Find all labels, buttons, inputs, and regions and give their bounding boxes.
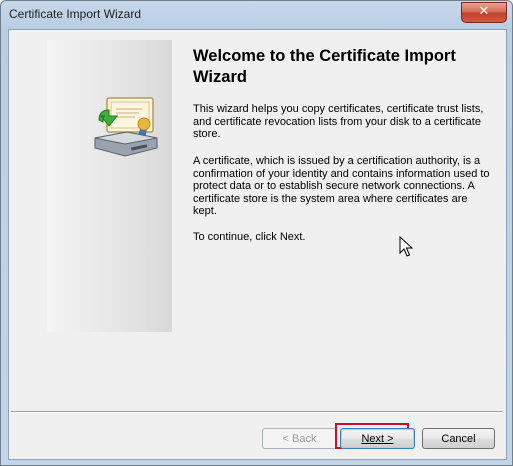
next-button[interactable]: Next > [340,428,415,449]
window-title: Certificate Import Wizard [9,7,142,21]
close-icon: ✕ [478,4,490,19]
close-button[interactable]: ✕ [461,2,507,23]
certificate-import-icon [94,97,158,157]
wizard-heading: Welcome to the Certificate Import Wizard [193,47,456,86]
next-button-label: Next > [361,433,394,445]
mouse-pointer-icon [399,236,414,257]
wizard-body: Welcome to the Certificate Import Wizard… [8,29,507,460]
wizard-window: Certificate Import Wizard ✕ Welcome to t… [0,0,513,466]
wizard-side-panel [47,40,172,332]
cancel-button[interactable]: Cancel [422,428,495,449]
button-separator [11,411,502,413]
continue-instruction: To continue, click Next. [193,231,306,243]
intro-paragraph: This wizard helps you copy certificates,… [193,103,484,140]
certificate-description-paragraph: A certificate, which is issued by a cert… [193,155,490,217]
back-button[interactable]: < Back [262,428,337,449]
title-bar[interactable]: Certificate Import Wizard ✕ [1,1,512,29]
